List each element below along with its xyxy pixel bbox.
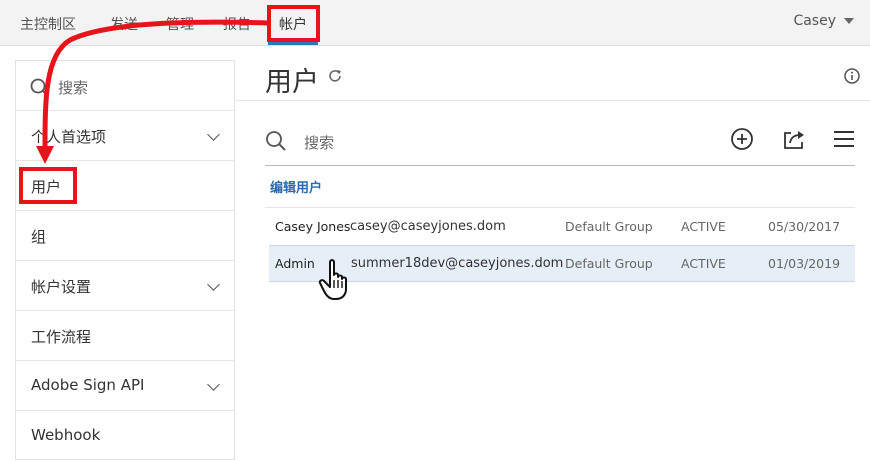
hand-pointer-icon [318, 258, 354, 306]
callout-arrow [36, 19, 269, 164]
